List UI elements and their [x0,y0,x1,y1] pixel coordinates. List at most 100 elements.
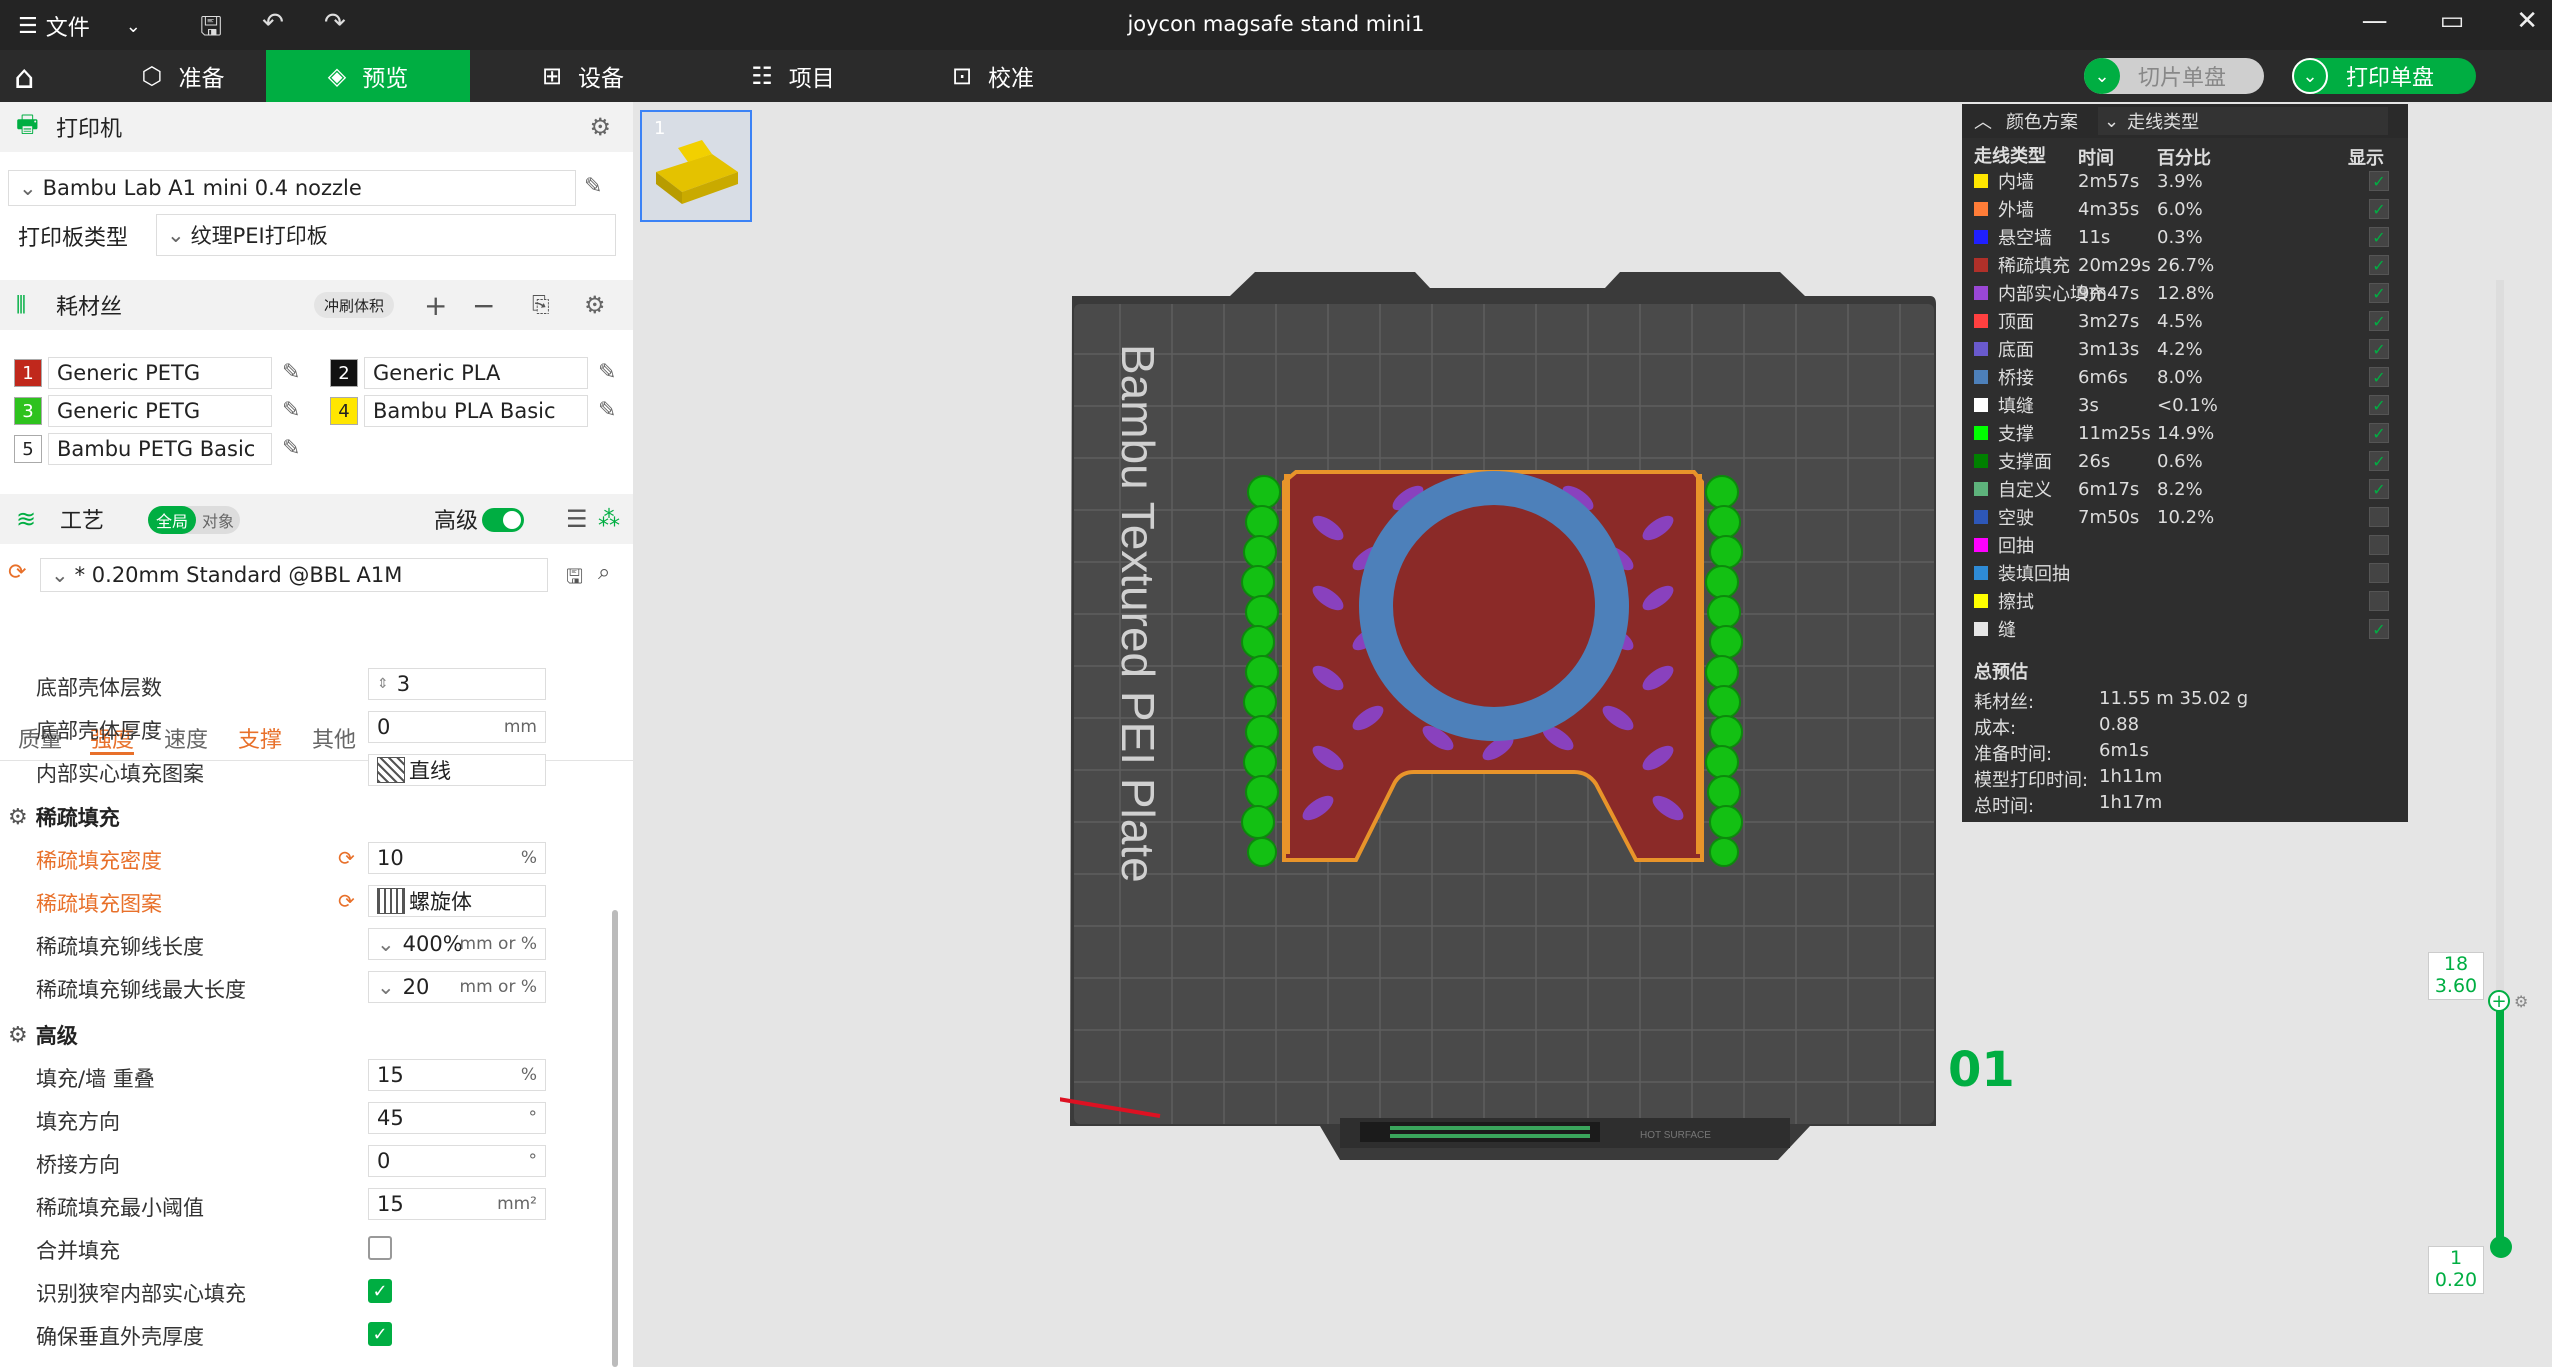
color-scheme-select[interactable]: ⌄ 走线类型 [2098,107,2388,135]
filament-name[interactable]: Generic PLA [364,357,588,389]
sync-icon[interactable]: ⎘ [532,293,550,318]
legend-show-checkbox[interactable]: ✓ [2369,255,2389,275]
color-swatch [1974,174,1988,188]
filament-name[interactable]: Generic PETG [48,395,272,427]
chevron-down-icon[interactable]: ⌄ [2084,58,2120,94]
legend-show-checkbox[interactable]: ✓ [2369,395,2389,415]
reset-icon[interactable]: ⟳ [8,560,26,585]
plate-type-select[interactable]: ⌄ 纹理PEI打印板 [156,214,616,256]
legend-show-checkbox[interactable]: ✓ [2369,311,2389,331]
tab-calibration[interactable]: ⊡ 校准 [910,50,1076,102]
legend-show-checkbox[interactable] [2369,563,2389,583]
subtab-support[interactable]: 支撑 [238,722,282,754]
global-object-toggle[interactable]: 全局 对象 [148,506,240,534]
gear-icon[interactable]: ⚙ [589,113,611,141]
subtab-speed[interactable]: 速度 [164,722,208,754]
filament-slot-4[interactable]: 4 Bambu PLA Basic [330,394,588,428]
tab-project[interactable]: ☷ 项目 [710,50,876,102]
maximize-icon[interactable]: ▭ [2440,6,2465,36]
detect-narrow-checkbox[interactable]: ✓ [368,1279,392,1303]
sparse-pattern-select[interactable]: 螺旋体 [368,885,546,917]
search-icon[interactable]: ⌕ [598,560,610,585]
flush-volume-button[interactable]: 冲刷体积 [314,292,395,318]
anchor-max-input[interactable]: ⌄ 20 mm or % [368,971,546,1003]
min-sparse-input[interactable]: 15 mm² [368,1188,546,1220]
remove-icon[interactable]: − [472,289,495,322]
reset-icon[interactable]: ⟳ [338,889,355,913]
advanced-toggle[interactable] [482,508,524,532]
filament-slot-3[interactable]: 3 Generic PETG [14,394,272,428]
tab-preview[interactable]: ◈ 预览 [266,50,470,102]
top-handle-icon[interactable]: + [2488,990,2510,1012]
list-view-icon[interactable]: ☰ [566,505,588,533]
anchor-length-input[interactable]: ⌄ 400% mm or % [368,928,546,960]
filament-number: 4 [330,397,358,425]
legend-show-checkbox[interactable]: ✓ [2369,619,2389,639]
combine-infill-checkbox[interactable] [368,1236,392,1260]
legend-show-checkbox[interactable]: ✓ [2369,339,2389,359]
filament-name[interactable]: Bambu PLA Basic [364,395,588,427]
chevron-down-icon[interactable]: ⌄ [2292,58,2328,94]
print-plate-button[interactable]: ⌄ 打印单盘 [2292,58,2476,94]
chevron-down-icon[interactable]: ⌄ [377,932,395,956]
sidebar-scrollbar[interactable] [612,910,618,1367]
sparse-density-input[interactable]: 10 % [368,842,546,874]
edit-icon[interactable]: ✎ [584,174,602,199]
filament-slot-1[interactable]: 1 Generic PETG [14,356,272,390]
legend-show-checkbox[interactable] [2369,535,2389,555]
legend-show-checkbox[interactable]: ✓ [2369,367,2389,387]
plate-thumbnail[interactable]: 1 [640,110,752,222]
legend-show-checkbox[interactable]: ✓ [2369,451,2389,471]
subtab-others[interactable]: 其他 [312,722,356,754]
infill-overlap-input[interactable]: 15 % [368,1059,546,1091]
filament-name[interactable]: Bambu PETG Basic [48,433,272,465]
legend-show-checkbox[interactable]: ✓ [2369,227,2389,247]
chevron-down-icon[interactable]: ⌄ [377,975,395,999]
plate-number: 01 [1948,1042,2015,1098]
edit-icon[interactable]: ✎ [282,360,300,385]
bottom-shell-layers-input[interactable]: ⇕ 3 [368,668,546,700]
legend-show-checkbox[interactable] [2369,507,2389,527]
slice-plate-button[interactable]: ⌄ 切片单盘 [2084,58,2264,94]
gear-icon[interactable]: ⚙ [584,291,606,319]
filament-name[interactable]: Generic PETG [48,357,272,389]
legend-show-checkbox[interactable]: ✓ [2369,479,2389,499]
legend-row-percent: 14.9% [2157,422,2215,444]
edit-icon[interactable]: ✎ [282,436,300,461]
legend-show-checkbox[interactable]: ✓ [2369,283,2389,303]
home-icon[interactable]: ⌂ [14,58,34,96]
save-icon[interactable]: 🖫 [566,562,583,596]
legend-show-checkbox[interactable]: ✓ [2369,171,2389,191]
legend-show-checkbox[interactable]: ✓ [2369,423,2389,443]
bottom-shell-thickness-input[interactable]: 0 mm [368,711,546,743]
tab-prepare[interactable]: ⬡ 准备 [100,50,266,102]
reset-icon[interactable]: ⟳ [338,846,355,870]
close-icon[interactable]: ✕ [2516,6,2538,36]
filament-slot-2[interactable]: 2 Generic PLA [330,356,588,390]
bottom-handle[interactable] [2490,1236,2512,1258]
process-preset-select[interactable]: ⌄ * 0.20mm Standard @BBL A1M [40,558,548,592]
printer-model-select[interactable]: ⌄ Bambu Lab A1 mini 0.4 nozzle [8,170,576,206]
global-toggle-option[interactable]: 全局 [148,506,197,534]
compare-icon[interactable]: ⁂ [598,507,620,532]
filament-slot-5[interactable]: 5 Bambu PETG Basic [14,432,272,466]
collapse-icon[interactable]: ︿ [1974,108,1992,134]
spinner-icon[interactable]: ⇕ [377,676,389,692]
gear-icon[interactable]: ⚙ [2514,992,2528,1011]
internal-solid-pattern-select[interactable]: 直线 [368,754,546,786]
edit-icon[interactable]: ✎ [598,398,616,423]
cube-icon: ⬡ [141,62,163,90]
edit-icon[interactable]: ✎ [282,398,300,423]
add-icon[interactable]: + [424,289,447,322]
object-toggle-option[interactable]: 对象 [196,508,234,532]
edit-icon[interactable]: ✎ [598,360,616,385]
legend-row-time: 11m25s [2078,422,2151,444]
filament-number: 2 [330,359,358,387]
legend-show-checkbox[interactable] [2369,591,2389,611]
minimize-icon[interactable]: — [2362,6,2388,36]
bridge-direction-input[interactable]: 0 ° [368,1145,546,1177]
ensure-vertical-checkbox[interactable]: ✓ [368,1322,392,1346]
legend-show-checkbox[interactable]: ✓ [2369,199,2389,219]
infill-direction-input[interactable]: 45 ° [368,1102,546,1134]
tab-device[interactable]: ⊞ 设备 [500,50,666,102]
